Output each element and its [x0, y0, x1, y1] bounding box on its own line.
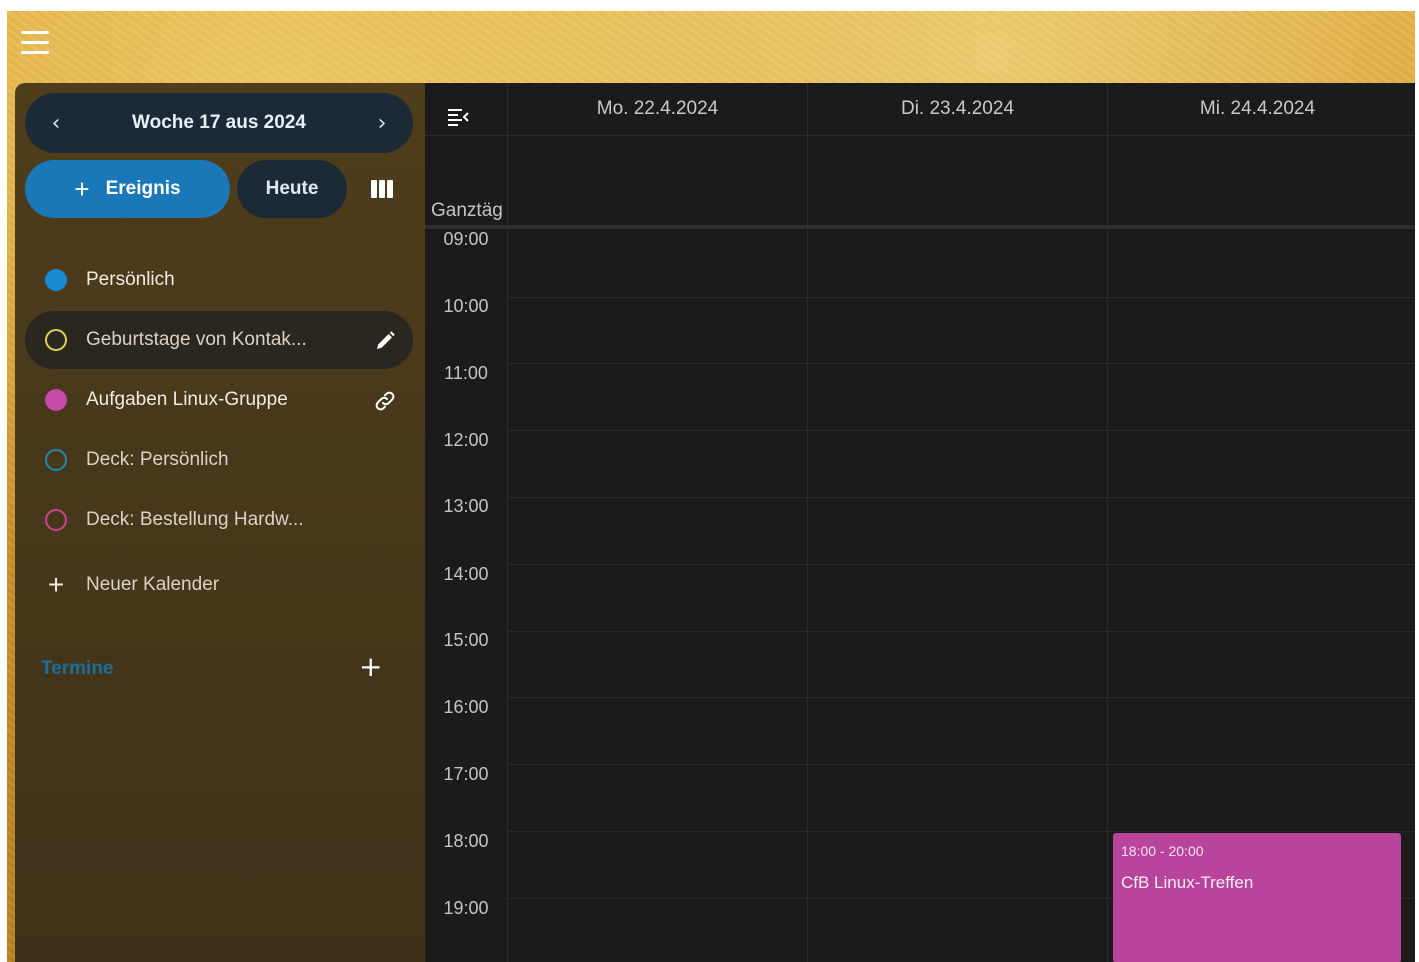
- appointments-heading[interactable]: Termine: [41, 658, 114, 680]
- calendar-item-label: Geburtstage von Kontak...: [86, 329, 307, 350]
- new-calendar-button[interactable]: + Neuer Kalender: [25, 556, 413, 614]
- calendar-item-label: Deck: Persönlich: [86, 449, 229, 470]
- add-appointment-plus-icon[interactable]: +: [359, 653, 382, 681]
- top-bar: [7, 11, 1415, 83]
- week-navigator: ‹ Woche 17 aus 2024 ›: [25, 93, 413, 153]
- plus-icon: +: [47, 569, 65, 600]
- time-label: 18:00: [443, 831, 489, 851]
- time-label: 12:00: [443, 430, 489, 450]
- hour-line: [507, 564, 1415, 565]
- calendar-item-birthdays[interactable]: Geburtstage von Kontak...: [25, 311, 413, 369]
- hour-line: [507, 363, 1415, 364]
- today-button[interactable]: Heute: [237, 160, 347, 218]
- time-label: 10:00: [443, 296, 489, 316]
- all-day-row[interactable]: [425, 135, 1415, 225]
- new-calendar-label: Neuer Kalender: [86, 574, 220, 595]
- new-event-label: Ereignis: [105, 178, 181, 199]
- day-header[interactable]: Mo. 22.4.2024: [507, 83, 807, 135]
- chevron-left-icon[interactable]: ‹: [41, 111, 71, 136]
- all-day-separator: [425, 225, 1415, 229]
- calendar-item-label: Deck: Bestellung Hardw...: [86, 509, 304, 530]
- day-header[interactable]: Di. 23.4.2024: [807, 83, 1107, 135]
- week-label[interactable]: Woche 17 aus 2024: [132, 112, 306, 134]
- hour-line: [507, 764, 1415, 765]
- week-view: Mo. 22.4.2024 Di. 23.4.2024 Mi. 24.4.202…: [425, 83, 1415, 962]
- calendar-color-dot[interactable]: [45, 389, 67, 411]
- link-icon[interactable]: [373, 389, 397, 413]
- calendar-item-label: Persönlich: [86, 269, 175, 290]
- new-event-button[interactable]: + Ereignis: [25, 160, 230, 218]
- calendar-item-deck-hardware[interactable]: Deck: Bestellung Hardw...: [25, 491, 413, 549]
- calendar-color-dot[interactable]: [45, 329, 67, 351]
- time-label: 09:00: [443, 229, 489, 249]
- calendar-color-dot[interactable]: [45, 449, 67, 471]
- calendar-item-label: Aufgaben Linux-Gruppe: [86, 389, 288, 410]
- pencil-icon[interactable]: [373, 329, 397, 353]
- time-label: 13:00: [443, 496, 489, 516]
- collapse-sidebar-icon[interactable]: [447, 107, 471, 127]
- sidebar: ‹ Woche 17 aus 2024 › + Ereignis Heute P…: [15, 83, 425, 962]
- calendar-event[interactable]: 18:00 - 20:00 CfB Linux-Treffen: [1113, 833, 1401, 962]
- time-label: 19:00: [443, 898, 489, 918]
- time-label: 14:00: [443, 564, 489, 584]
- hour-line: [507, 430, 1415, 431]
- time-label: 15:00: [443, 630, 489, 650]
- calendar-item-linux-tasks[interactable]: Aufgaben Linux-Gruppe: [25, 371, 413, 429]
- calendar-color-dot[interactable]: [45, 269, 67, 291]
- hour-line: [507, 497, 1415, 498]
- hour-line: [507, 831, 1415, 832]
- hamburger-menu-icon[interactable]: [21, 31, 49, 57]
- event-time: 18:00 - 20:00: [1121, 843, 1204, 859]
- calendar-item-personal[interactable]: Persönlich: [25, 251, 413, 309]
- plus-icon: +: [74, 174, 90, 204]
- chevron-right-icon[interactable]: ›: [367, 111, 397, 136]
- calendar-item-deck-personal[interactable]: Deck: Persönlich: [25, 431, 413, 489]
- time-label: 16:00: [443, 697, 489, 717]
- hour-line: [507, 297, 1415, 298]
- column-view-icon[interactable]: [371, 180, 393, 198]
- day-header[interactable]: Mi. 24.4.2024: [1107, 83, 1407, 135]
- calendar-color-dot[interactable]: [45, 509, 67, 531]
- event-title: CfB Linux-Treffen: [1121, 873, 1254, 892]
- time-label: 17:00: [443, 764, 489, 784]
- hour-line: [507, 697, 1415, 698]
- time-label: 11:00: [444, 363, 488, 383]
- hour-line: [507, 631, 1415, 632]
- app-window: ‹ Woche 17 aus 2024 › + Ereignis Heute P…: [7, 11, 1415, 962]
- all-day-label: Ganztäg: [431, 200, 503, 221]
